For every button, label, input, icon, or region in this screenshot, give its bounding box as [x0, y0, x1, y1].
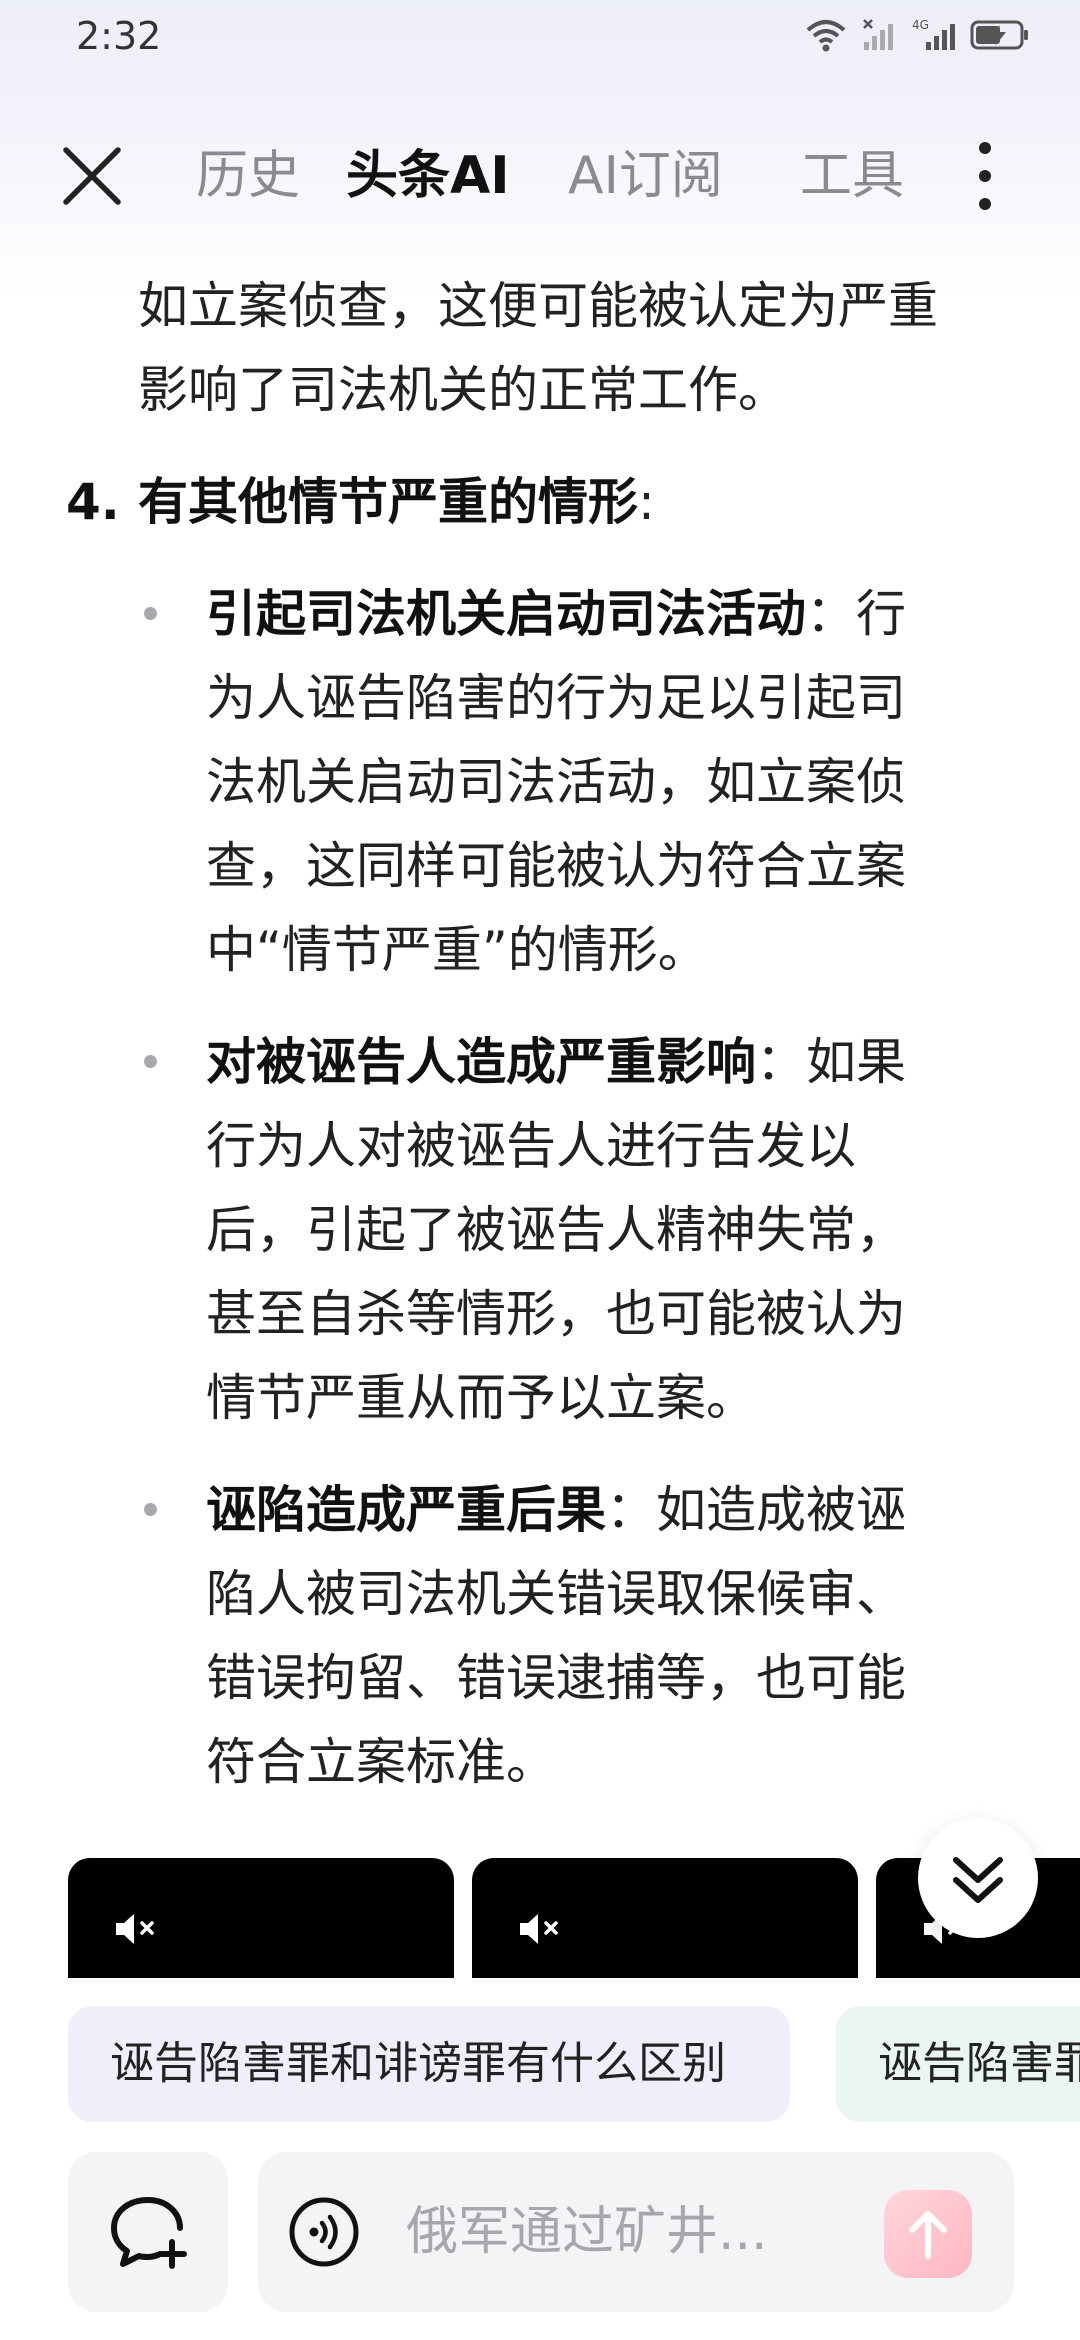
- voice-icon: [289, 2197, 359, 2267]
- input-placeholder: 俄军通过矿井...: [406, 2202, 768, 2262]
- send-button[interactable]: [884, 2190, 972, 2278]
- top-nav: 历史 头条AI AI订阅 工具: [0, 130, 1080, 220]
- mute-icon[interactable]: [518, 1912, 568, 1946]
- bullet-text: 错误拘留、错误逮捕等，也可能: [206, 1649, 906, 1707]
- new-chat-icon: [111, 2197, 187, 2269]
- bullet-text: ：行: [806, 585, 906, 643]
- bullet-text: 法机关启动司法活动，如立案侦: [206, 753, 906, 811]
- bullet-title: 引起司法机关启动司法活动: [206, 585, 806, 643]
- bullet-text: 中“情节严重”的情形。: [206, 921, 708, 979]
- bullet-text: 甚至自杀等情形，也可能被认为: [206, 1285, 906, 1343]
- list-item-title: 有其他情节严重的情形: [138, 473, 638, 531]
- tab-history[interactable]: 历史: [196, 144, 300, 208]
- bullet-title: 对被诬告人造成严重影响: [206, 1033, 756, 1091]
- voice-input-button[interactable]: [288, 2196, 360, 2268]
- message-input[interactable]: 俄军通过矿井...: [258, 2152, 1014, 2312]
- bullet-dot: [144, 1503, 157, 1516]
- scroll-to-bottom-button[interactable]: [918, 1818, 1038, 1938]
- new-chat-button[interactable]: [68, 2152, 228, 2312]
- bullet-first-line: 诬陷造成严重后果：如造成被诬: [206, 1468, 906, 1552]
- signal-4g-icon: 4G: [912, 18, 955, 50]
- list-item-heading: 有其他情节严重的情形:: [138, 460, 655, 544]
- bullet-first-line: 引起司法机关启动司法活动：行: [206, 572, 906, 656]
- arrow-up-icon: [909, 2211, 947, 2259]
- close-button[interactable]: [60, 144, 124, 208]
- battery-charging-icon: [970, 20, 1028, 50]
- wifi-icon: [806, 20, 846, 52]
- video-card[interactable]: [472, 1858, 858, 1978]
- bullet-dot: [144, 607, 157, 620]
- list-item-colon: :: [638, 473, 655, 531]
- paragraph-line: 影响了司法机关的正常工作。: [138, 361, 788, 419]
- close-icon: [63, 147, 121, 205]
- more-button[interactable]: [970, 138, 1000, 214]
- status-icons: 4G: [804, 18, 1030, 52]
- bullet-text: 符合立案标准。: [206, 1733, 556, 1791]
- signal-x-icon: [863, 19, 893, 50]
- suggestion-chip[interactable]: 诬告陷害罪: [836, 2006, 1080, 2122]
- bullet-text: 查，这同样可能被认为符合立案: [206, 837, 906, 895]
- svg-text:4G: 4G: [912, 18, 929, 32]
- double-chevron-down-icon: [953, 1857, 1003, 1903]
- tab-tools[interactable]: 工具: [800, 144, 904, 208]
- bullet-text: 情节严重从而予以立案。: [206, 1369, 756, 1427]
- bullet-first-line: 对被诬告人造成严重影响：如果: [206, 1020, 906, 1104]
- suggestion-chip[interactable]: 诬告陷害罪和诽谤罪有什么区别: [68, 2006, 790, 2122]
- bullet-text: ：如果: [756, 1033, 906, 1091]
- bullet-title: 诬陷造成严重后果: [206, 1481, 606, 1539]
- mute-icon[interactable]: [114, 1912, 164, 1946]
- tab-toutiao-ai[interactable]: 头条AI: [346, 144, 510, 208]
- paragraph-line: 如立案侦查，这便可能被认定为严重: [138, 277, 938, 335]
- tab-ai-subscription[interactable]: AI订阅: [568, 144, 723, 208]
- list-number: 4.: [66, 473, 120, 531]
- video-card[interactable]: [68, 1858, 454, 1978]
- bullet-dot: [144, 1055, 157, 1068]
- bullet-text: 陷人被司法机关错误取保候审、: [206, 1565, 906, 1623]
- bullet-text: 为人诬告陷害的行为足以引起司: [206, 669, 906, 727]
- bullet-text: 行为人对被诬告人进行告发以: [206, 1117, 856, 1175]
- more-vertical-icon: [979, 142, 991, 210]
- bullet-text: ：如造成被诬: [606, 1481, 906, 1539]
- status-bar: 2:32 4G: [0, 0, 1080, 72]
- status-time: 2:32: [76, 14, 162, 58]
- bullet-text: 后，引起了被诬告人精神失常，: [206, 1201, 906, 1259]
